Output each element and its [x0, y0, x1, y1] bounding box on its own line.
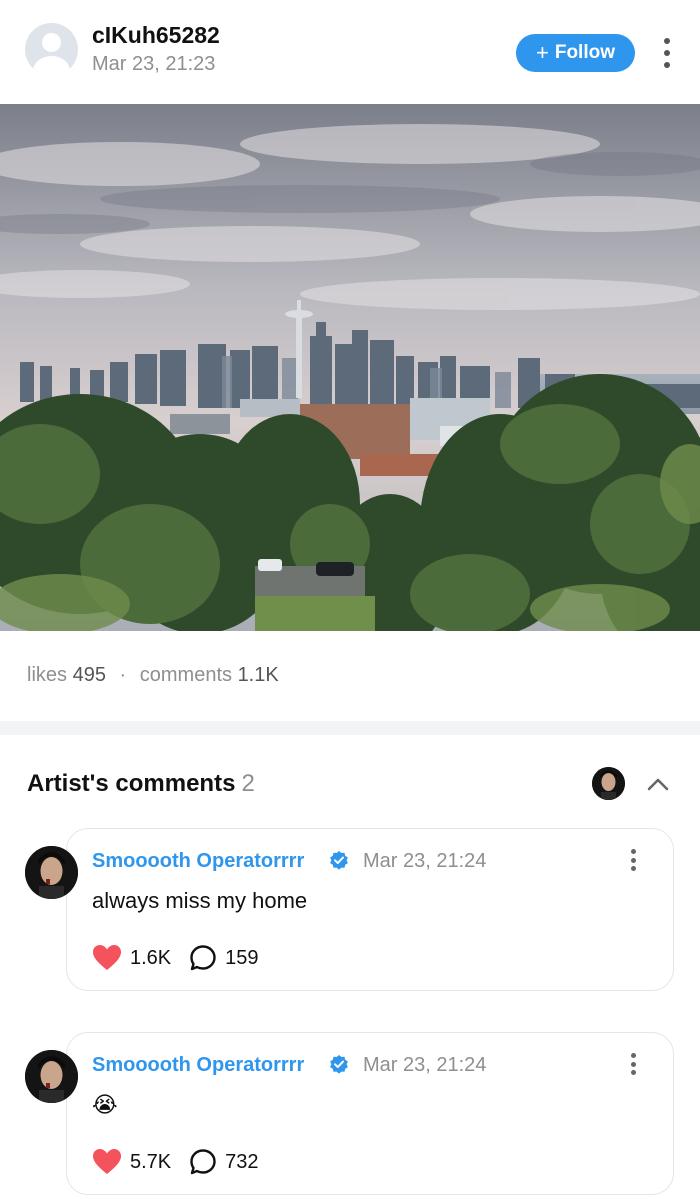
likes-count[interactable]: 495 — [73, 664, 106, 686]
verified-badge-icon — [330, 1055, 348, 1074]
comment-reactions: 1.6K 159 — [92, 944, 259, 972]
comment-bubble-icon[interactable] — [189, 944, 217, 972]
comment-author[interactable]: Smooooth Operatorrrr — [92, 1054, 304, 1077]
comment-date: Mar 23, 21:24 — [363, 850, 487, 872]
follow-button[interactable]: + Follow — [516, 34, 635, 72]
comment-like-count: 1.6K — [130, 946, 172, 969]
comment-text: always miss my home — [92, 888, 308, 913]
plus-icon: + — [535, 40, 549, 65]
stats-separator: · — [119, 664, 127, 686]
comment-more-icon[interactable] — [631, 849, 636, 871]
likes-label: likes — [27, 664, 68, 686]
chevron-up-icon[interactable] — [646, 772, 670, 796]
post-date: Mar 23, 21:23 — [92, 53, 216, 75]
artist-comments-title: Artist's comments 2 — [27, 770, 255, 797]
comment-reply-count: 159 — [225, 946, 259, 969]
artist-comments-count: 2 — [241, 770, 255, 797]
default-avatar-icon — [42, 33, 61, 52]
comment-reactions: 5.7K 732 — [92, 1148, 259, 1176]
comments-label: comments — [139, 664, 232, 686]
commenter-avatar[interactable] — [25, 846, 78, 899]
post-username[interactable]: cIKuh65282 — [92, 22, 220, 49]
post-header: cIKuh65282 Mar 23, 21:23 + Follow — [0, 0, 700, 104]
comment-more-icon[interactable] — [631, 1053, 636, 1075]
comment-author[interactable]: Smooooth Operatorrrr — [92, 850, 304, 873]
more-options-icon[interactable] — [664, 38, 670, 68]
commenter-avatar[interactable] — [25, 1050, 78, 1103]
comment-bubble-icon[interactable] — [189, 1148, 217, 1176]
artist-avatar-small[interactable] — [592, 767, 625, 800]
follow-label: Follow — [554, 42, 615, 63]
user-avatar[interactable] — [25, 23, 78, 76]
verified-badge-icon — [330, 851, 348, 870]
comment-date: Mar 23, 21:24 — [363, 1054, 487, 1076]
comment-text: 😭 — [92, 1092, 118, 1117]
section-divider — [0, 721, 700, 735]
comments-count[interactable]: 1.1K — [238, 664, 279, 686]
post-stats: likes 495 · comments 1.1K — [27, 664, 279, 687]
post-photo[interactable] — [0, 104, 700, 631]
heart-icon[interactable] — [92, 1148, 122, 1176]
heart-icon[interactable] — [92, 944, 122, 972]
comment-like-count: 5.7K — [130, 1150, 172, 1173]
comment-reply-count: 732 — [225, 1150, 259, 1173]
